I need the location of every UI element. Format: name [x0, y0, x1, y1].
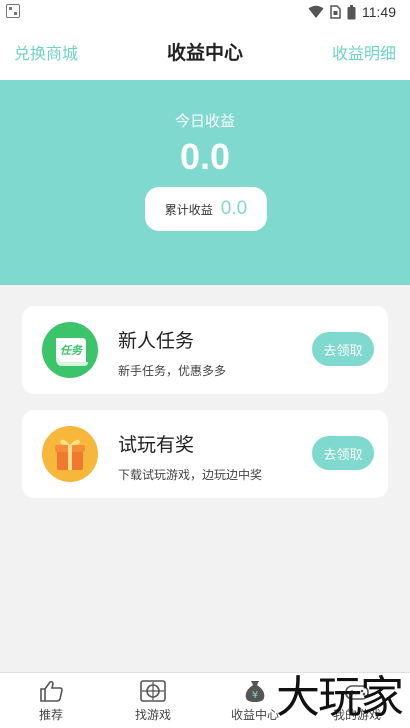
top-app-bar: 兑换商城 收益中心 收益明细 — [0, 24, 410, 80]
task-scroll-icon: 任务 — [42, 322, 98, 378]
nav-label: 推荐 — [38, 708, 63, 722]
thumbs-up-icon — [40, 680, 63, 702]
trial-reward-card: 试玩有奖 下载试玩游戏，边玩边中奖 去领取 — [22, 410, 388, 498]
watermark-text: 大玩家 — [276, 672, 404, 723]
wifi-icon — [308, 5, 324, 18]
svg-text:任务: 任务 — [60, 344, 84, 357]
today-earnings-value: 0.0 — [179, 136, 231, 177]
newbie-task-card: 任务 新人任务 新手任务，优惠多多 去领取 — [22, 306, 388, 394]
task-title: 试玩有奖 — [118, 434, 195, 456]
task-subtitle: 下载试玩游戏，边玩边中奖 — [118, 468, 263, 482]
sim-icon — [330, 5, 341, 19]
task-subtitle: 新手任务，优惠多多 — [118, 364, 227, 378]
site-watermark-logo: 大玩家 — [276, 676, 406, 728]
battery-icon — [347, 4, 356, 19]
earnings-summary-panel: 今日收益 0.0 累计收益 0.0 — [0, 80, 410, 285]
svg-text:¥: ¥ — [252, 690, 258, 701]
claim-newbie-task-button[interactable]: 去领取 — [312, 332, 374, 366]
status-time: 11:49 — [362, 4, 396, 20]
total-earnings-value: 0.0 — [220, 198, 248, 219]
status-icons: 11:49 — [308, 3, 396, 21]
target-icon — [140, 680, 166, 702]
total-earnings-label: 累计收益 — [164, 202, 213, 217]
total-earnings-pill: 累计收益 0.0 — [145, 187, 267, 231]
nav-label: 找游戏 — [134, 708, 171, 722]
nav-item-find-games[interactable]: 找游戏 — [108, 679, 198, 723]
gift-box-icon — [42, 426, 98, 482]
claim-trial-reward-button[interactable]: 去领取 — [312, 436, 374, 470]
earnings-detail-link[interactable]: 收益明细 — [332, 40, 396, 64]
status-bar: 11:49 — [0, 0, 410, 24]
qr-code-icon — [6, 4, 20, 18]
task-title: 新人任务 — [118, 330, 195, 352]
today-earnings-label: 今日收益 — [174, 112, 235, 130]
money-bag-icon: ¥ — [245, 681, 265, 702]
nav-item-recommend[interactable]: 推荐 — [6, 679, 96, 723]
